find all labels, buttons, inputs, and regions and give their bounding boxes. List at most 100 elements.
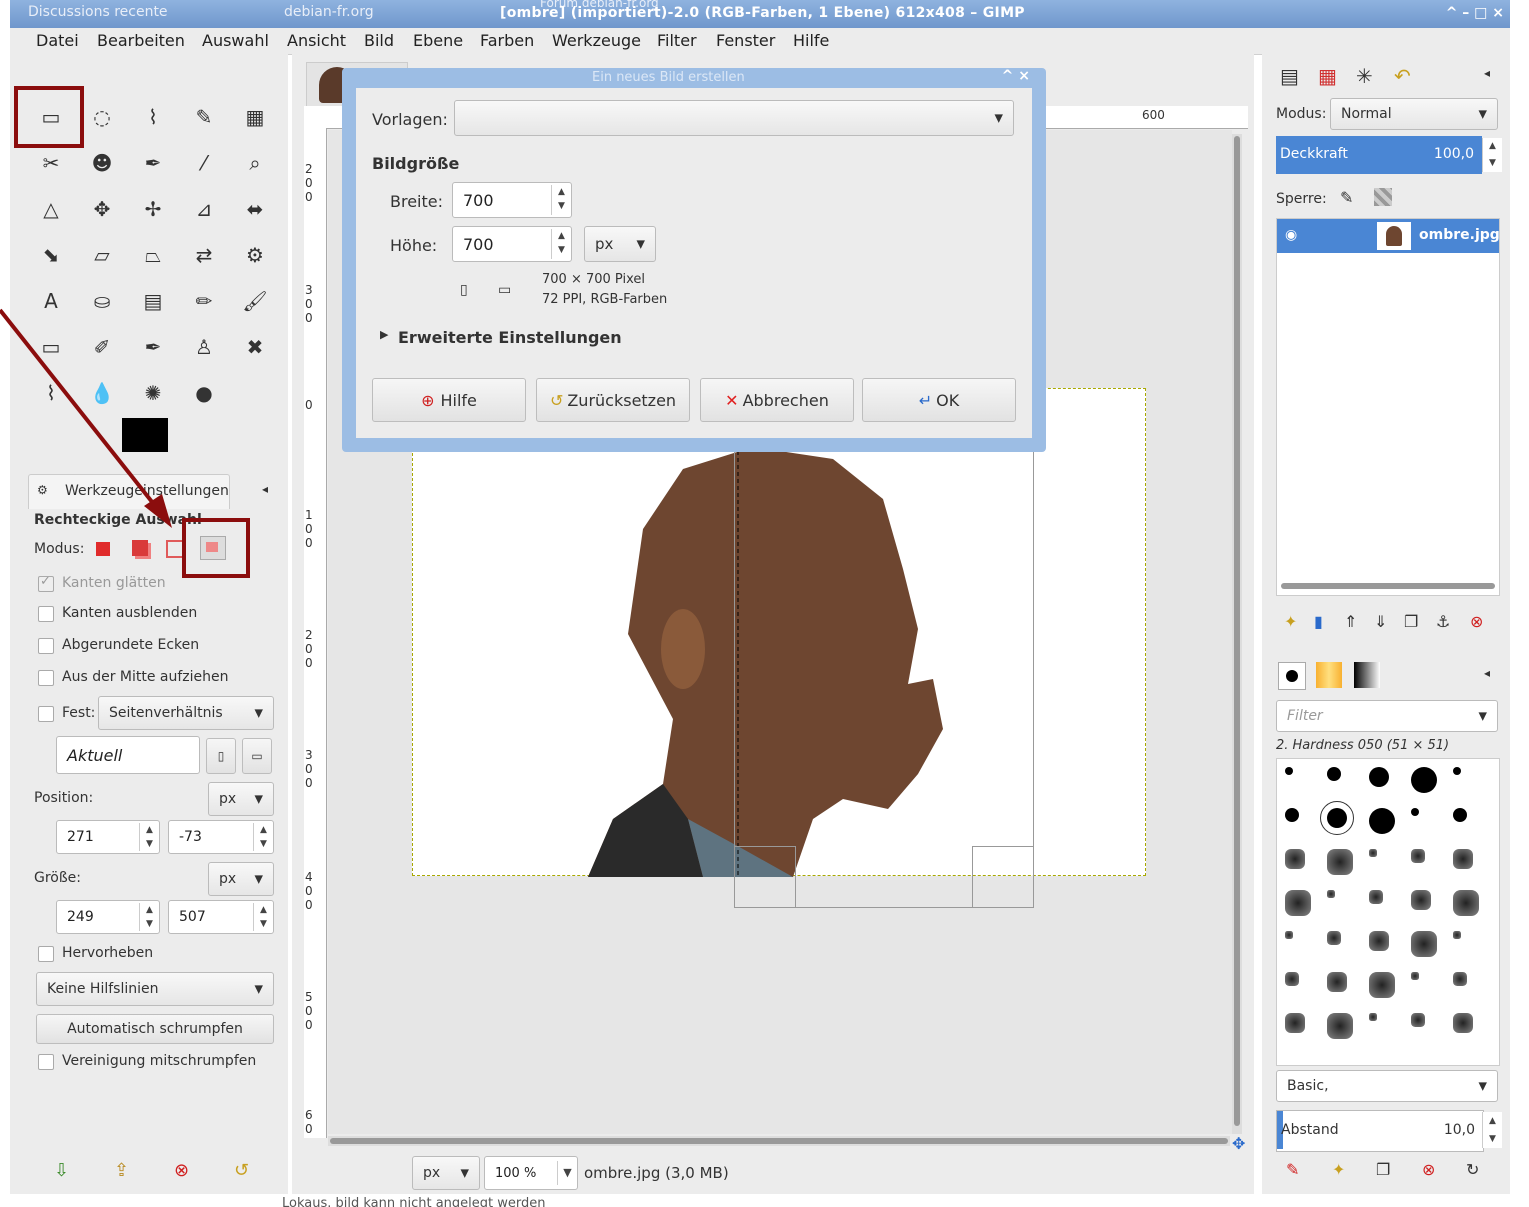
eye-icon[interactable]: ◉	[1285, 227, 1297, 243]
brush-item[interactable]	[1411, 808, 1419, 816]
menu-auswahl[interactable]: Auswahl	[202, 31, 269, 50]
window-controls[interactable]: ^ – □ ×	[1446, 5, 1504, 21]
move-icon[interactable]: ✥	[87, 194, 117, 224]
brush-item[interactable]	[1327, 890, 1335, 898]
brush-item[interactable]	[1453, 1013, 1473, 1033]
fuzzy-select-icon[interactable]: ✎	[189, 102, 219, 132]
rotate-icon[interactable]: ⬌	[240, 194, 270, 224]
height-input[interactable]: 700 ▲ ▼	[452, 226, 572, 262]
anchor-icon[interactable]: ⚓	[1436, 612, 1450, 631]
brush-item[interactable]	[1411, 890, 1431, 910]
menu-ansicht[interactable]: Ansicht	[287, 31, 346, 50]
duplicate-brush-icon[interactable]: ❐	[1376, 1160, 1390, 1179]
spin-icon[interactable]: ▲ ▼	[1482, 138, 1502, 172]
templates-combo[interactable]: ▼	[454, 100, 1014, 136]
highlight-checkbox[interactable]	[38, 946, 54, 962]
opacity-slider[interactable]: Deckkraft 100,0	[1276, 136, 1482, 174]
position-x-input[interactable]: 271 ▲ ▼	[56, 820, 160, 854]
brush-item[interactable]	[1453, 972, 1467, 986]
undo-tab-icon[interactable]: ↶	[1394, 64, 1411, 88]
menu-filter[interactable]: Filter	[657, 31, 697, 50]
spin-icon[interactable]: ▲ ▼	[253, 903, 273, 931]
size-h-input[interactable]: 507 ▲ ▼	[168, 900, 274, 934]
menu-farben[interactable]: Farben	[480, 31, 534, 50]
brush-item[interactable]	[1369, 767, 1389, 787]
aspect-field[interactable]: Aktuell	[56, 736, 200, 774]
ellipse-select-icon[interactable]: ◌	[87, 102, 117, 132]
paths-tab-icon[interactable]: ✳	[1356, 64, 1373, 88]
advanced-settings[interactable]: Erweiterte Einstellungen	[398, 328, 622, 347]
antialias-checkbox[interactable]: ✓	[38, 574, 54, 592]
refresh-brushes-icon[interactable]: ↻	[1466, 1160, 1479, 1179]
landscape-button[interactable]: ▭	[242, 738, 272, 774]
brush-item[interactable]	[1285, 767, 1293, 775]
brush-item[interactable]	[1369, 972, 1395, 998]
brush-preset-combo[interactable]: Basic, ▼	[1276, 1070, 1498, 1102]
position-y-input[interactable]: -73 ▲ ▼	[168, 820, 274, 854]
gradients-tab-icon[interactable]	[1354, 662, 1380, 688]
brush-item[interactable]	[1369, 890, 1383, 904]
cage-icon[interactable]: ⚙	[240, 240, 270, 270]
portrait-icon[interactable]: ▯	[460, 282, 468, 298]
spin-icon[interactable]: ▲ ▼	[139, 823, 159, 851]
layers-scrollbar[interactable]	[1281, 583, 1495, 589]
brush-item[interactable]	[1369, 849, 1377, 857]
position-unit-combo[interactable]: px ▼	[208, 782, 274, 816]
rounded-checkbox[interactable]	[38, 638, 54, 654]
fixed-checkbox[interactable]	[38, 706, 54, 722]
landscape-icon[interactable]: ▭	[498, 282, 511, 298]
brush-item[interactable]	[1453, 931, 1461, 939]
edit-brush-icon[interactable]: ✎	[1286, 1160, 1299, 1179]
save-options-icon[interactable]: ⇩	[54, 1160, 69, 1181]
spin-icon[interactable]: ▲ ▼	[551, 185, 571, 215]
brush-item[interactable]	[1285, 931, 1293, 939]
new-group-icon[interactable]: ▮	[1314, 612, 1323, 631]
expander-icon[interactable]: ▶	[380, 328, 388, 341]
reset-options-icon[interactable]: ↺	[234, 1160, 249, 1181]
lower-layer-icon[interactable]: ⇓	[1374, 612, 1387, 631]
menu-ebene[interactable]: Ebene	[413, 31, 463, 50]
menu-fenster[interactable]: Fenster	[716, 31, 775, 50]
brush-item[interactable]	[1453, 808, 1467, 822]
mode-replace-icon[interactable]	[96, 542, 110, 556]
menu-bearbeiten[interactable]: Bearbeiten	[97, 31, 185, 50]
measure-icon[interactable]: △	[36, 194, 66, 224]
flip-icon[interactable]: ⇄	[189, 240, 219, 270]
brush-item[interactable]	[1453, 890, 1479, 916]
scale-icon[interactable]: ⬊	[36, 240, 66, 270]
spin-icon[interactable]: ▲ ▼	[253, 823, 273, 851]
selection-handle[interactable]	[734, 846, 796, 908]
size-unit-combo[interactable]: px ▼	[208, 862, 274, 896]
brush-item[interactable]	[1411, 767, 1437, 793]
browser-tab-1[interactable]: Discussions recente	[28, 4, 168, 20]
brush-item[interactable]	[1285, 972, 1299, 986]
panel-menu-icon[interactable]: ◂	[1484, 666, 1490, 680]
duplicate-layer-icon[interactable]: ❐	[1404, 612, 1418, 631]
lock-alpha-icon[interactable]	[1374, 188, 1392, 206]
foreground-select-icon[interactable]: ☻	[87, 148, 117, 178]
dialog-close-icon[interactable]: ^ ×	[1002, 68, 1030, 84]
guides-combo[interactable]: Keine Hilfslinien ▼	[36, 972, 274, 1006]
brush-item[interactable]	[1285, 890, 1311, 916]
size-w-input[interactable]: 249 ▲ ▼	[56, 900, 160, 934]
brush-item[interactable]	[1369, 1013, 1377, 1021]
restore-options-icon[interactable]: ⇪	[114, 1160, 129, 1181]
patterns-tab-icon[interactable]	[1316, 662, 1342, 688]
brush-item[interactable]	[1369, 931, 1389, 951]
fixed-combo[interactable]: Seitenverhältnis ▼	[98, 696, 274, 730]
spacing-slider[interactable]: Abstand 10,0	[1276, 1110, 1484, 1152]
width-input[interactable]: 700 ▲ ▼	[452, 182, 572, 218]
navigate-icon[interactable]: ✥	[1232, 1134, 1245, 1153]
menu-werkzeuge[interactable]: Werkzeuge	[552, 31, 641, 50]
layer-mode-combo[interactable]: Normal ▼	[1330, 98, 1498, 130]
brush-item[interactable]	[1285, 1013, 1305, 1033]
new-brush-icon[interactable]: ✦	[1332, 1160, 1345, 1179]
brush-item[interactable]	[1411, 849, 1425, 863]
brush-item[interactable]	[1285, 849, 1305, 869]
brush-grid[interactable]	[1276, 758, 1500, 1066]
brush-item[interactable]	[1411, 931, 1437, 957]
menu-hilfe[interactable]: Hilfe	[793, 31, 829, 50]
zoom-icon[interactable]: ⌕	[240, 148, 270, 178]
ok-button[interactable]: ↵ OK	[862, 378, 1016, 422]
vertical-scrollbar[interactable]	[1232, 134, 1242, 1134]
